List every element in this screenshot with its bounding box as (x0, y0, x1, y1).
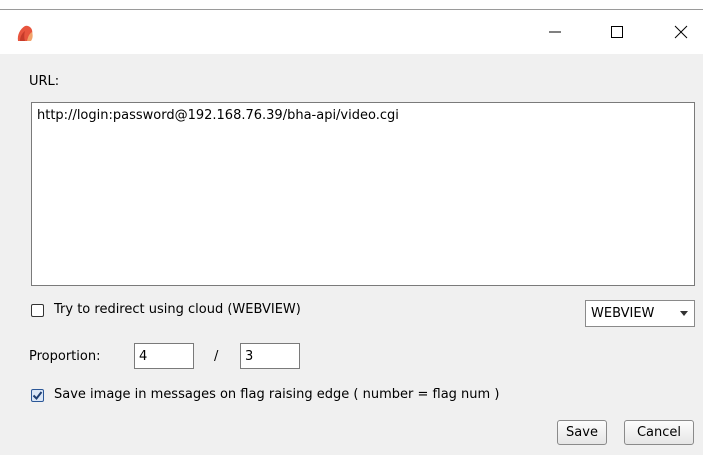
save-image-label[interactable]: Save image in messages on flag raising e… (54, 387, 499, 402)
chevron-down-icon (680, 311, 688, 316)
minimize-icon (549, 31, 561, 33)
proportion-denominator-input[interactable] (240, 343, 300, 369)
url-label: URL: (29, 74, 60, 89)
minimize-button[interactable] (533, 10, 577, 54)
url-textarea[interactable]: http://login:password@192.168.76.39/bha-… (31, 102, 695, 286)
maximize-button[interactable] (595, 10, 639, 54)
mode-dropdown-value: WEBVIEW (591, 306, 655, 321)
proportion-numerator-input[interactable] (134, 343, 194, 369)
title-bar[interactable] (0, 10, 703, 54)
save-image-checkbox[interactable] (31, 389, 44, 402)
mode-dropdown[interactable]: WEBVIEW (585, 300, 695, 327)
checkmark-icon (32, 391, 43, 401)
redirect-checkbox[interactable] (31, 304, 44, 317)
save-button[interactable]: Save (557, 420, 607, 445)
dialog-window: URL: http://login:password@192.168.76.39… (0, 0, 703, 455)
maximize-icon (611, 26, 623, 38)
proportion-label: Proportion: (29, 349, 101, 364)
app-flame-icon (17, 25, 33, 41)
redirect-label[interactable]: Try to redirect using cloud (WEBVIEW) (54, 302, 301, 317)
window-top-edge (0, 0, 703, 10)
close-icon (674, 25, 688, 39)
close-button[interactable] (659, 10, 703, 54)
proportion-separator: / (214, 349, 219, 364)
cancel-button[interactable]: Cancel (624, 420, 694, 445)
dialog-content: URL: http://login:password@192.168.76.39… (0, 54, 703, 455)
